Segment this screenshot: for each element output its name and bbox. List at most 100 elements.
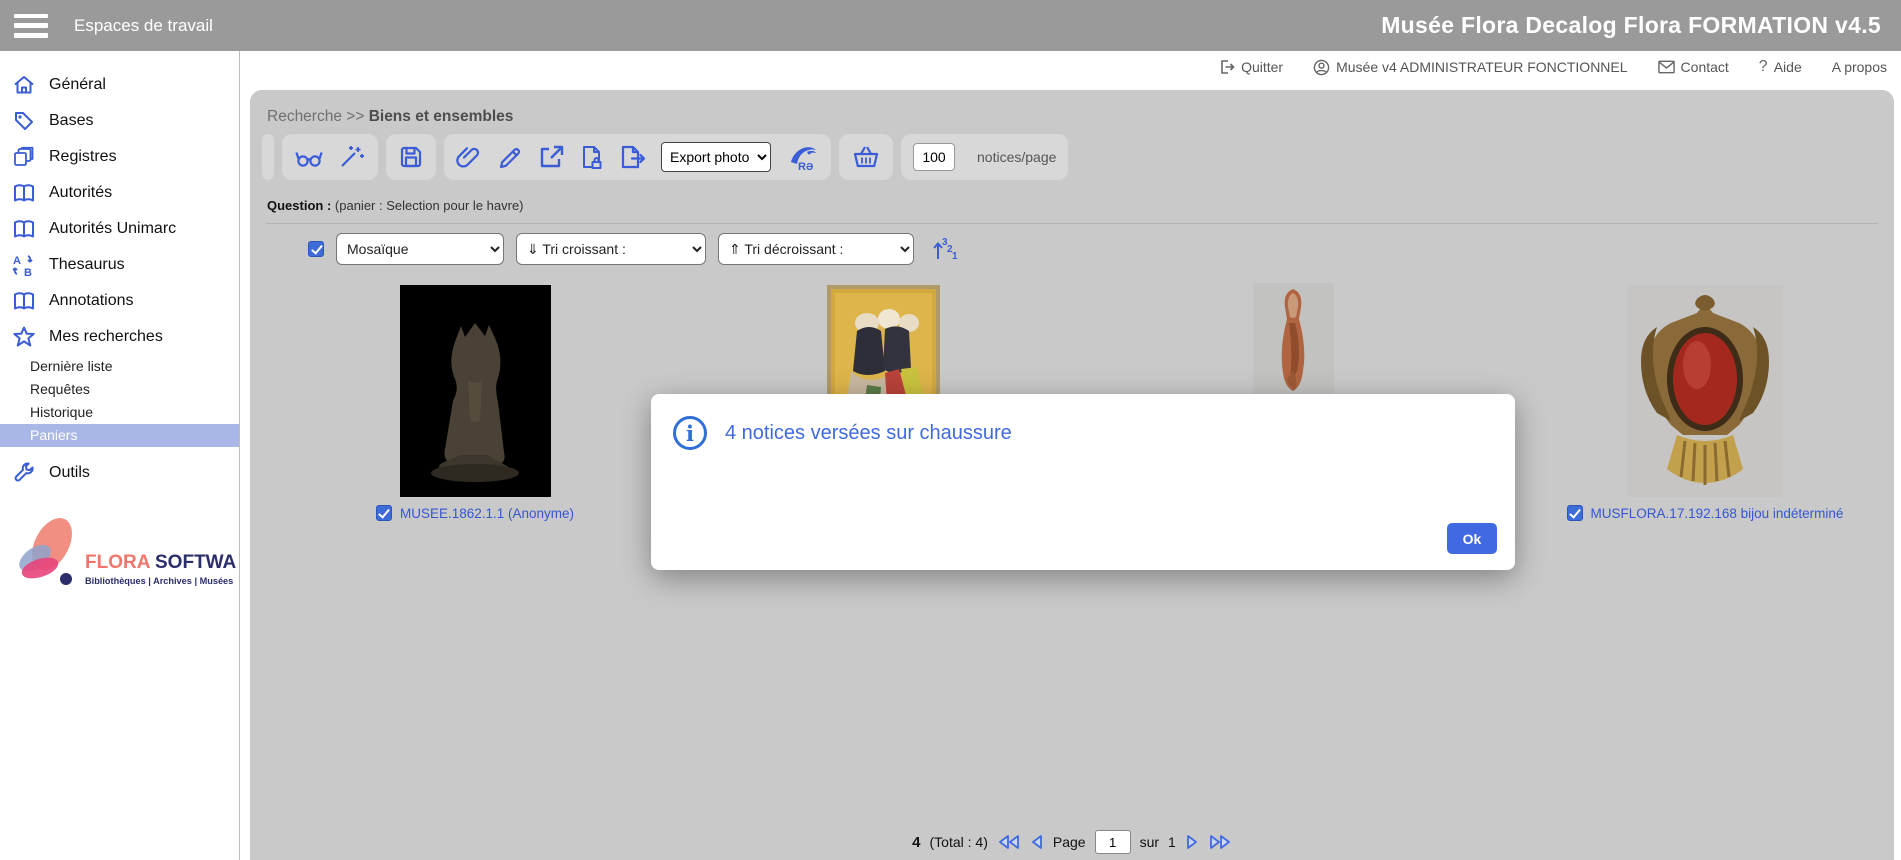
- next-page-icon[interactable]: [1185, 834, 1199, 850]
- app-title: Musée Flora Decalog Flora FORMATION v4.5: [1381, 12, 1881, 39]
- ok-button[interactable]: Ok: [1447, 523, 1497, 554]
- result-thumbnail-cat-statue[interactable]: [400, 285, 551, 497]
- workspace-label: Espaces de travail: [74, 16, 213, 36]
- book-icon: [12, 289, 36, 313]
- sidebar-label: Outils: [49, 464, 90, 482]
- notification-dialog: i 4 notices versées sur chaussure Ok: [651, 394, 1515, 570]
- result-item-4: MUSFLORA.17.192.168 bijou indéterminé: [1540, 285, 1870, 521]
- result-item-3: [1128, 283, 1458, 395]
- sidebar-item-annotations[interactable]: Annotations: [0, 283, 239, 319]
- sort-alpha-icon: AB: [12, 253, 36, 277]
- page-size-label: notices/page: [977, 149, 1056, 165]
- mail-icon: [1658, 60, 1675, 74]
- svg-text:RƏ: RƏ: [798, 161, 813, 172]
- result-caption-row: MUSFLORA.17.192.168 bijou indéterminé: [1567, 505, 1844, 521]
- sidebar-label: Mes recherches: [49, 328, 163, 346]
- toolbar-group-view: [282, 134, 378, 180]
- star-icon: [12, 325, 36, 349]
- result-checkbox[interactable]: [1567, 505, 1583, 521]
- pencil-icon[interactable]: [497, 144, 524, 171]
- result-caption[interactable]: MUSFLORA.17.192.168 bijou indéterminé: [1591, 506, 1844, 521]
- toolbar-group-save: [386, 134, 436, 180]
- wrench-icon: [12, 461, 36, 485]
- contact-label: Contact: [1681, 59, 1729, 75]
- export-select[interactable]: Export photo: [661, 142, 771, 172]
- sidebar-item-outils[interactable]: Outils: [0, 455, 239, 491]
- page-number-input[interactable]: [1095, 830, 1131, 854]
- sidebar-subitem-paniers[interactable]: Paniers: [0, 424, 239, 447]
- result-caption-row: MUSEE.1862.1.1 (Anonyme): [376, 505, 574, 521]
- magic-wand-icon[interactable]: [338, 144, 366, 170]
- sidebar-item-autorites[interactable]: Autorités: [0, 175, 239, 211]
- sidebar-item-autorites-unimarc[interactable]: Autorités Unimarc: [0, 211, 239, 247]
- home-icon: [12, 73, 36, 97]
- question-line: Question : (panier : Selection pour le h…: [267, 198, 524, 213]
- result-thumbnail-eagle-brooch[interactable]: [1627, 285, 1783, 497]
- re-swoosh-icon[interactable]: RƏ: [785, 142, 819, 172]
- toolbar-separator: [262, 134, 274, 180]
- question-value: (panier : Selection pour le havre): [335, 198, 524, 213]
- sidebar-item-general[interactable]: Général: [0, 67, 239, 103]
- sidebar-label: Autorités: [49, 184, 112, 202]
- document-lock-icon[interactable]: [579, 144, 605, 171]
- toolbar-group-pagesize: notices/page: [901, 134, 1068, 180]
- question-label: Question :: [267, 198, 331, 213]
- result-thumbnail-object[interactable]: [1253, 283, 1334, 395]
- sidebar-item-thesaurus[interactable]: AB Thesaurus: [0, 247, 239, 283]
- basket-icon[interactable]: [851, 143, 881, 171]
- breadcrumb-section: Recherche >>: [267, 108, 369, 125]
- result-caption[interactable]: MUSEE.1862.1.1 (Anonyme): [400, 506, 574, 521]
- last-page-icon[interactable]: [1208, 834, 1232, 850]
- select-all-checkbox[interactable]: [308, 241, 324, 257]
- user-label: Musée v4 ADMINISTRATEUR FONCTIONNEL: [1336, 59, 1627, 75]
- dialog-message: 4 notices versées sur chaussure: [725, 422, 1012, 445]
- apropos-link[interactable]: A propos: [1832, 59, 1887, 75]
- sort-order-icon[interactable]: 321: [930, 235, 958, 263]
- sidebar-label: Annotations: [49, 292, 134, 310]
- svg-text:FLORA SOFTWARE: FLORA SOFTWARE: [85, 552, 236, 573]
- sidebar-item-bases[interactable]: Bases: [0, 103, 239, 139]
- breadcrumb-page: Biens et ensembles: [369, 108, 514, 125]
- info-icon: i: [673, 416, 707, 450]
- mes-recherches-subnav: Dernière liste Requêtes Historique Panie…: [0, 355, 239, 447]
- page-size-input[interactable]: [913, 143, 955, 171]
- sidebar-item-registres[interactable]: Registres: [0, 139, 239, 175]
- view-mode-select[interactable]: Mosaïque: [336, 233, 504, 265]
- breadcrumb: Recherche >> Biens et ensembles: [267, 108, 513, 126]
- sidebar-subitem-derniere-liste[interactable]: Dernière liste: [0, 355, 239, 378]
- page-label: Page: [1053, 834, 1086, 850]
- flora-software-logo: FLORA SOFTWARE Bibliothèques | Archives …: [8, 506, 236, 606]
- document-export-icon[interactable]: [619, 144, 647, 171]
- first-page-icon[interactable]: [997, 834, 1021, 850]
- quitter-link[interactable]: Quitter: [1219, 59, 1283, 75]
- svg-text:1: 1: [952, 251, 958, 262]
- aide-link[interactable]: ? Aide: [1759, 58, 1802, 76]
- result-item-1: MUSEE.1862.1.1 (Anonyme): [310, 285, 640, 521]
- hamburger-menu-icon[interactable]: [14, 14, 48, 38]
- user-account-link[interactable]: Musée v4 ADMINISTRATEUR FONCTIONNEL: [1313, 59, 1627, 76]
- sidebar: Général Bases Registres Autorités Autori…: [0, 51, 240, 860]
- question-mark-icon: ?: [1759, 58, 1768, 76]
- result-total: (Total : 4): [930, 834, 988, 850]
- sidebar-item-mes-recherches[interactable]: Mes recherches: [0, 319, 239, 355]
- aide-label: Aide: [1774, 59, 1802, 75]
- sidebar-label: Général: [49, 76, 106, 94]
- paperclip-icon[interactable]: [456, 144, 483, 171]
- contact-link[interactable]: Contact: [1658, 59, 1729, 75]
- sort-bar: Mosaïque ⇓ Tri croissant : ⇑ Tri décrois…: [308, 232, 958, 266]
- save-icon[interactable]: [398, 144, 424, 170]
- tag-icon: [12, 109, 36, 133]
- sidebar-subitem-requetes[interactable]: Requêtes: [0, 378, 239, 401]
- glasses-icon[interactable]: [294, 144, 324, 170]
- sort-descending-select[interactable]: ⇑ Tri décroissant :: [718, 233, 914, 265]
- sidebar-subitem-historique[interactable]: Historique: [0, 401, 239, 424]
- external-link-icon[interactable]: [538, 144, 565, 171]
- sort-ascending-select[interactable]: ⇓ Tri croissant :: [516, 233, 706, 265]
- toolbar: Export photo RƏ notices/page: [262, 134, 1068, 180]
- svg-text:B: B: [24, 267, 32, 277]
- sidebar-label: Bases: [49, 112, 93, 130]
- apropos-label: A propos: [1832, 59, 1887, 75]
- content-panel: Recherche >> Biens et ensembles: [250, 90, 1894, 860]
- previous-page-icon[interactable]: [1030, 834, 1044, 850]
- result-checkbox[interactable]: [376, 505, 392, 521]
